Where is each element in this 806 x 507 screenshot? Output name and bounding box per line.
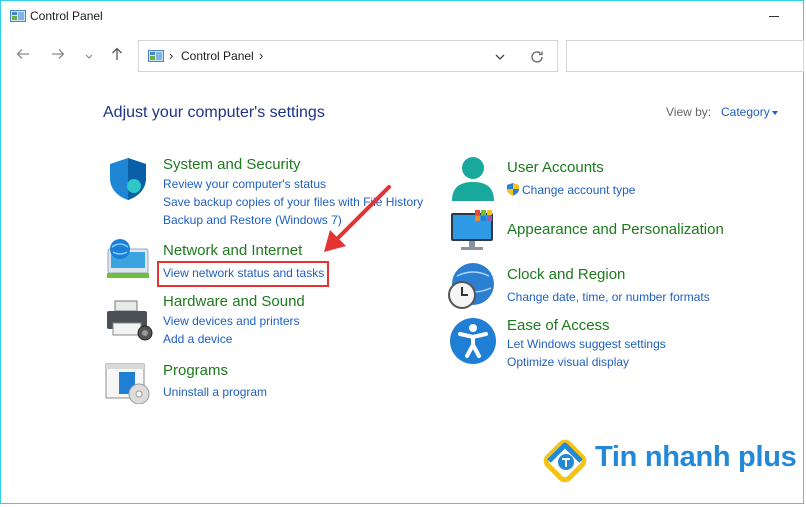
printer-icon — [107, 300, 153, 341]
category-link[interactable]: Uninstall a program — [163, 385, 267, 399]
clock-globe-icon — [448, 263, 494, 309]
tin-nhanh-logo-icon — [543, 439, 587, 483]
breadcrumb-separator[interactable]: › — [259, 48, 263, 63]
category-link[interactable]: Add a device — [163, 332, 232, 346]
shield-icon — [110, 158, 146, 200]
watermark-text: Tin nhanh plus — [595, 441, 797, 473]
category-link[interactable]: Let Windows suggest settings — [507, 337, 666, 351]
category-link[interactable]: Backup and Restore (Windows 7) — [163, 213, 342, 227]
category-link[interactable]: Change date, time, or number formats — [507, 290, 710, 304]
category-link[interactable]: Save backup copies of your files with Fi… — [163, 195, 423, 209]
chevron-down-icon[interactable] — [493, 50, 507, 64]
up-arrow-icon[interactable] — [105, 45, 129, 69]
page-title: Adjust your computer's settings — [103, 104, 325, 121]
network-globe-icon — [107, 239, 149, 278]
category-title[interactable]: Clock and Region — [507, 266, 625, 283]
breadcrumb[interactable]: Control Panel — [181, 49, 254, 63]
category-link[interactable]: View devices and printers — [163, 314, 300, 328]
category-title[interactable]: System and Security — [163, 156, 301, 173]
back-arrow-icon[interactable] — [11, 45, 35, 69]
monitor-icon — [451, 210, 493, 250]
category-title[interactable]: Hardware and Sound — [163, 293, 305, 310]
address-bar[interactable]: › Control Panel › — [138, 40, 558, 72]
refresh-icon[interactable] — [529, 49, 545, 65]
category-link[interactable]: Optimize visual display — [507, 355, 629, 369]
user-icon — [452, 157, 494, 201]
chevron-down-icon[interactable] — [772, 111, 778, 115]
category-title[interactable]: Programs — [163, 362, 228, 379]
category-title[interactable]: Network and Internet — [163, 242, 302, 259]
view-by-dropdown[interactable]: Category — [721, 105, 770, 119]
window-frame: Control Panel › Control Panel › Adjust y… — [0, 0, 804, 504]
breadcrumb-separator: › — [169, 48, 174, 63]
control-panel-icon — [10, 10, 26, 22]
title-bar: Control Panel — [1, 1, 803, 33]
category-title[interactable]: Appearance and Personalization — [507, 221, 724, 238]
category-link[interactable]: Review your computer's status — [163, 177, 326, 191]
category-link[interactable]: Change account type — [522, 183, 635, 197]
highlight-box — [157, 261, 329, 287]
accessibility-icon — [450, 318, 496, 364]
category-title[interactable]: User Accounts — [507, 159, 604, 176]
programs-disc-icon — [105, 363, 150, 404]
minimize-button[interactable] — [769, 16, 779, 17]
category-title[interactable]: Ease of Access — [507, 317, 610, 334]
control-panel-icon — [148, 50, 164, 62]
window-title: Control Panel — [30, 9, 103, 23]
search-input[interactable] — [566, 40, 804, 72]
uac-shield-icon — [507, 183, 519, 196]
chevron-down-icon[interactable] — [77, 45, 101, 69]
forward-arrow-icon[interactable] — [46, 45, 70, 69]
view-by-label: View by: — [666, 105, 712, 119]
